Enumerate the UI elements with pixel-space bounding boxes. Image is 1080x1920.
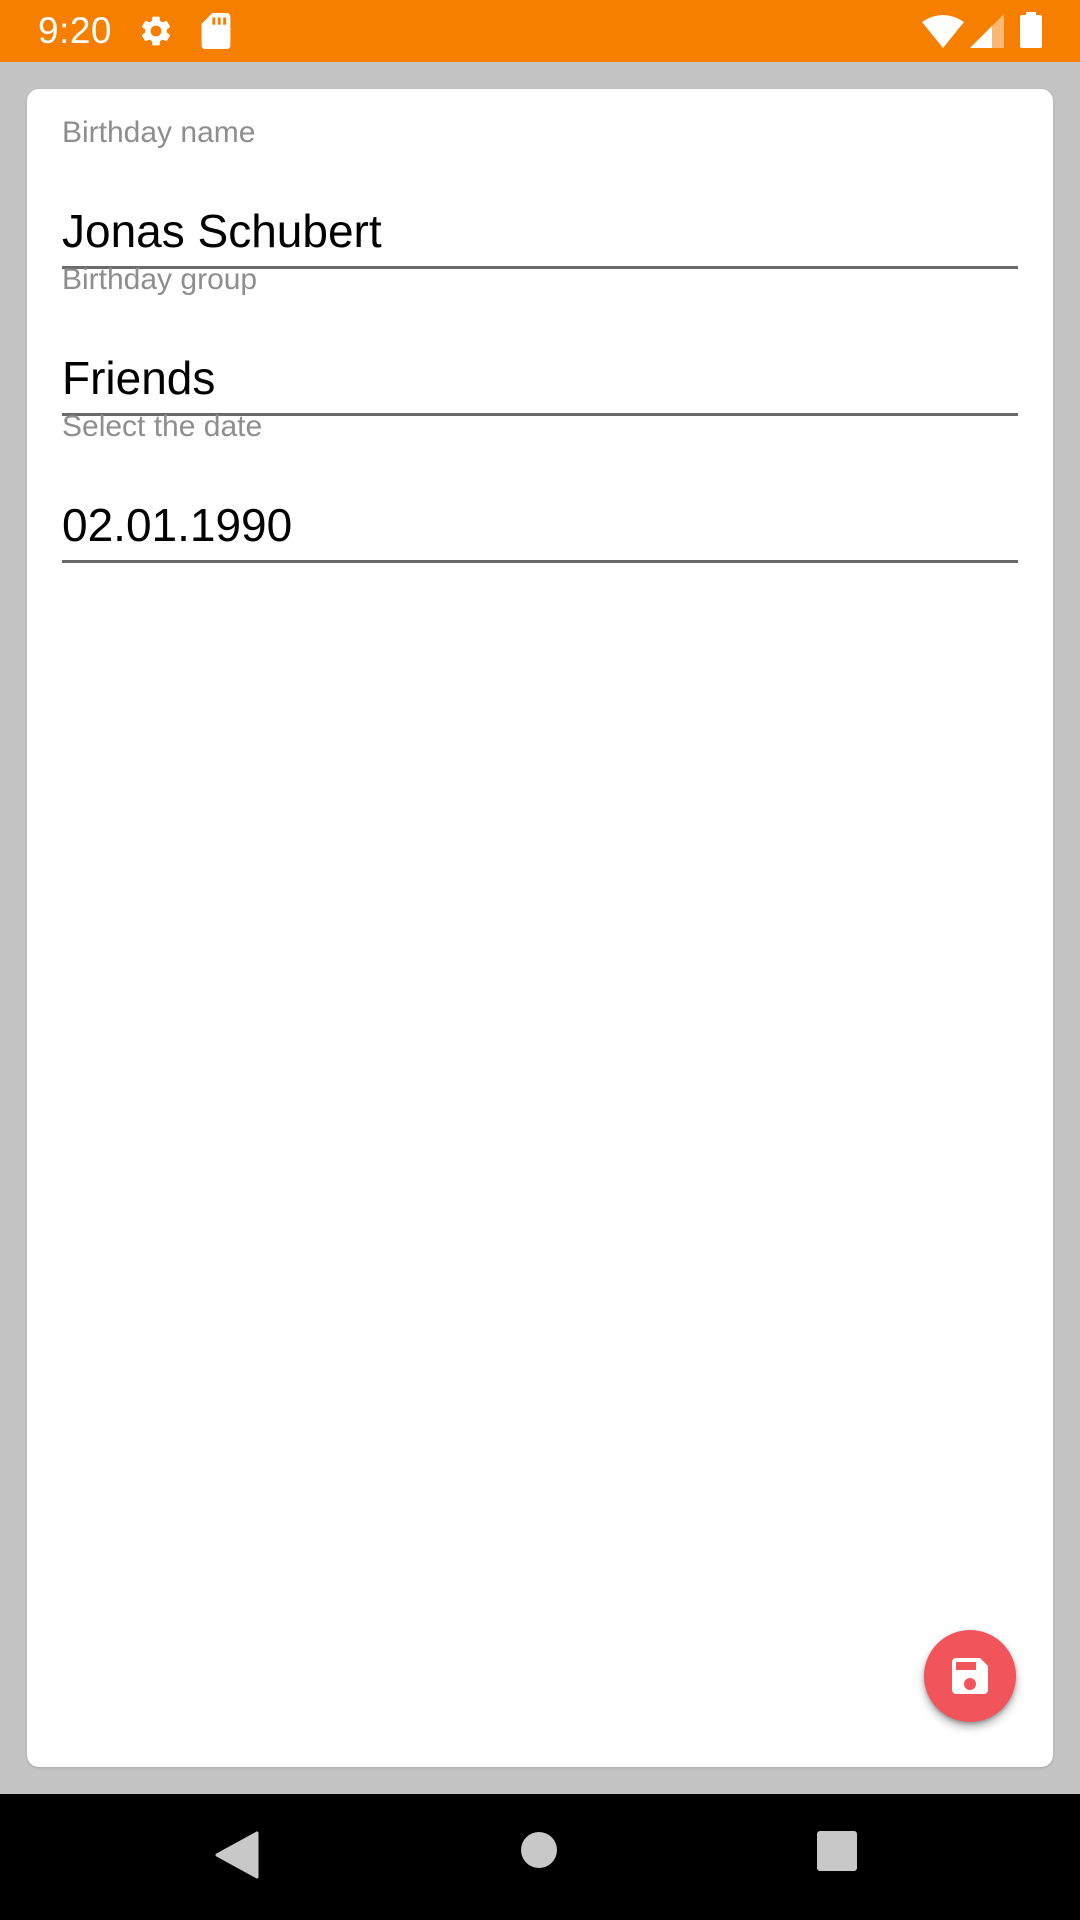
navigation-bar xyxy=(0,1794,1080,1920)
birthday-name-field[interactable]: Birthday name Jonas Schubert xyxy=(62,116,1018,271)
signal-icon xyxy=(970,14,1004,53)
status-time: 9:20 xyxy=(38,10,113,51)
battery-icon xyxy=(1020,12,1042,53)
birthday-name-input[interactable]: Jonas Schubert xyxy=(62,204,382,258)
birthday-form-card: Birthday name Jonas Schubert Birthday gr… xyxy=(27,89,1053,1767)
birthday-group-label: Birthday group xyxy=(62,263,258,296)
back-icon[interactable] xyxy=(215,1831,259,1884)
status-bar: 9:20 xyxy=(0,0,1080,62)
birthday-date-input[interactable]: 02.01.1990 xyxy=(62,498,292,552)
birthday-date-label: Select the date xyxy=(62,410,263,443)
wifi-icon xyxy=(922,14,964,53)
birthday-group-input[interactable]: Friends xyxy=(62,351,215,405)
gear-icon xyxy=(138,13,174,54)
birthday-date-underline xyxy=(62,560,1018,563)
birthday-date-field[interactable]: Select the date 02.01.1990 xyxy=(62,410,1018,565)
birthday-group-field[interactable]: Birthday group Friends xyxy=(62,263,1018,418)
save-button[interactable] xyxy=(924,1630,1016,1722)
sd-card-icon xyxy=(200,13,232,54)
birthday-name-label: Birthday name xyxy=(62,116,256,149)
home-icon[interactable] xyxy=(520,1831,558,1874)
recents-icon[interactable] xyxy=(817,1831,857,1876)
